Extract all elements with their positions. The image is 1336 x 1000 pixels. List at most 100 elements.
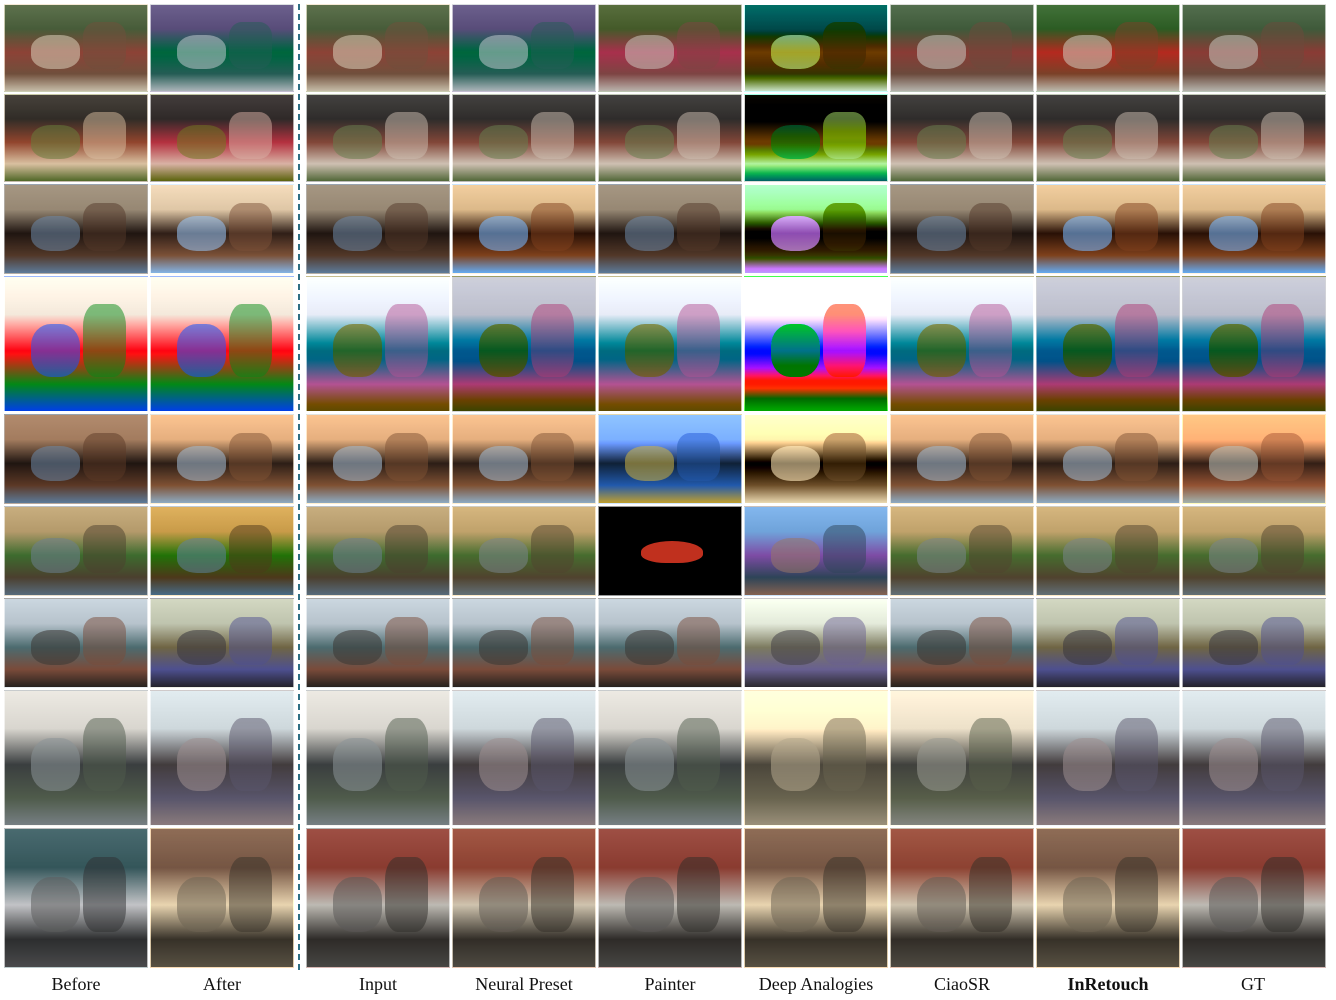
image-cell — [1182, 94, 1326, 182]
scene-shape — [332, 445, 383, 481]
scene-shape — [770, 537, 821, 573]
scene-shape — [1115, 432, 1158, 481]
scene-shape — [332, 35, 383, 70]
image-cell — [306, 184, 450, 274]
scene-shape — [1261, 303, 1304, 378]
scene-shape — [624, 877, 675, 933]
column-label: CiaoSR — [933, 974, 990, 994]
scene-shape — [531, 303, 574, 378]
scene-shape — [229, 616, 272, 665]
image-cell — [150, 4, 294, 92]
scene-shape — [1208, 215, 1259, 251]
image-cell — [890, 690, 1034, 826]
scene-shape — [1115, 22, 1158, 70]
scene-shape — [531, 22, 574, 70]
image-cell — [4, 4, 148, 92]
image-cell — [306, 94, 450, 182]
scene-shape — [229, 524, 272, 573]
scene-shape — [1208, 323, 1259, 378]
image-cell — [1036, 598, 1180, 688]
scene-shape — [770, 35, 821, 70]
image-cell — [452, 414, 596, 504]
image-cell — [890, 414, 1034, 504]
image-cell — [4, 414, 148, 504]
scene-shape — [1062, 323, 1113, 378]
image-cell — [452, 184, 596, 274]
image-cell — [598, 414, 742, 504]
scene-shape — [1261, 112, 1304, 160]
column-label: InRetouch — [1067, 974, 1149, 994]
scene-shape — [1062, 215, 1113, 251]
scene-shape — [30, 877, 81, 933]
scene-shape — [916, 125, 967, 160]
scene-shape — [1208, 445, 1259, 481]
scene-shape — [1261, 616, 1304, 665]
scene-shape — [1062, 125, 1113, 160]
scene-shape — [1062, 737, 1113, 792]
scene-shape — [30, 215, 81, 251]
scene-shape — [1115, 112, 1158, 160]
image-cell — [306, 598, 450, 688]
image-cell — [1036, 414, 1180, 504]
scene-shape — [478, 323, 529, 378]
scene-shape — [677, 202, 720, 251]
image-cell — [452, 4, 596, 92]
image-cell — [744, 94, 888, 182]
scene-shape — [176, 737, 227, 792]
scene-shape — [624, 125, 675, 160]
image-cell — [598, 506, 742, 596]
image-cell — [1182, 4, 1326, 92]
scene-shape — [770, 629, 821, 665]
scene-shape — [332, 323, 383, 378]
scene-shape — [385, 717, 428, 792]
scene-shape — [385, 303, 428, 378]
image-cell — [1036, 276, 1180, 412]
scene-shape — [969, 202, 1012, 251]
image-cell — [744, 506, 888, 596]
image-cell — [890, 4, 1034, 92]
scene-shape — [385, 616, 428, 665]
scene-shape — [30, 323, 81, 378]
scene-shape — [770, 323, 821, 378]
scene-shape — [385, 202, 428, 251]
scene-shape — [30, 737, 81, 792]
scene-shape — [229, 112, 272, 160]
scene-shape — [30, 629, 81, 665]
scene-shape — [823, 717, 866, 792]
image-cell — [744, 598, 888, 688]
scene-shape — [478, 629, 529, 665]
image-cell — [598, 598, 742, 688]
scene-shape — [677, 112, 720, 160]
scene-shape — [969, 22, 1012, 70]
image-cell — [744, 184, 888, 274]
scene-shape — [176, 125, 227, 160]
image-cell — [598, 276, 742, 412]
image-cell — [150, 598, 294, 688]
scene-shape — [83, 717, 126, 792]
scene-shape — [1261, 22, 1304, 70]
scene-shape — [1208, 125, 1259, 160]
scene-shape — [332, 125, 383, 160]
scene-shape — [176, 629, 227, 665]
image-cell — [452, 506, 596, 596]
scene-shape — [1062, 629, 1113, 665]
scene-shape — [478, 35, 529, 70]
scene-shape — [624, 323, 675, 378]
image-cell — [452, 94, 596, 182]
scene-shape — [385, 112, 428, 160]
scene-shape — [1062, 35, 1113, 70]
column-label: Deep Analogies — [758, 974, 874, 994]
scene-shape — [1062, 445, 1113, 481]
image-cell — [4, 276, 148, 412]
scene-shape — [229, 303, 272, 378]
scene-shape — [1115, 616, 1158, 665]
scene-shape — [916, 323, 967, 378]
column-label: Painter — [644, 974, 696, 994]
column-label: Before — [51, 974, 101, 994]
scene-shape — [83, 616, 126, 665]
scene-shape — [1208, 35, 1259, 70]
image-cell — [150, 184, 294, 274]
column-label: GT — [1241, 974, 1265, 994]
scene-shape — [823, 112, 866, 160]
scene-shape — [478, 445, 529, 481]
